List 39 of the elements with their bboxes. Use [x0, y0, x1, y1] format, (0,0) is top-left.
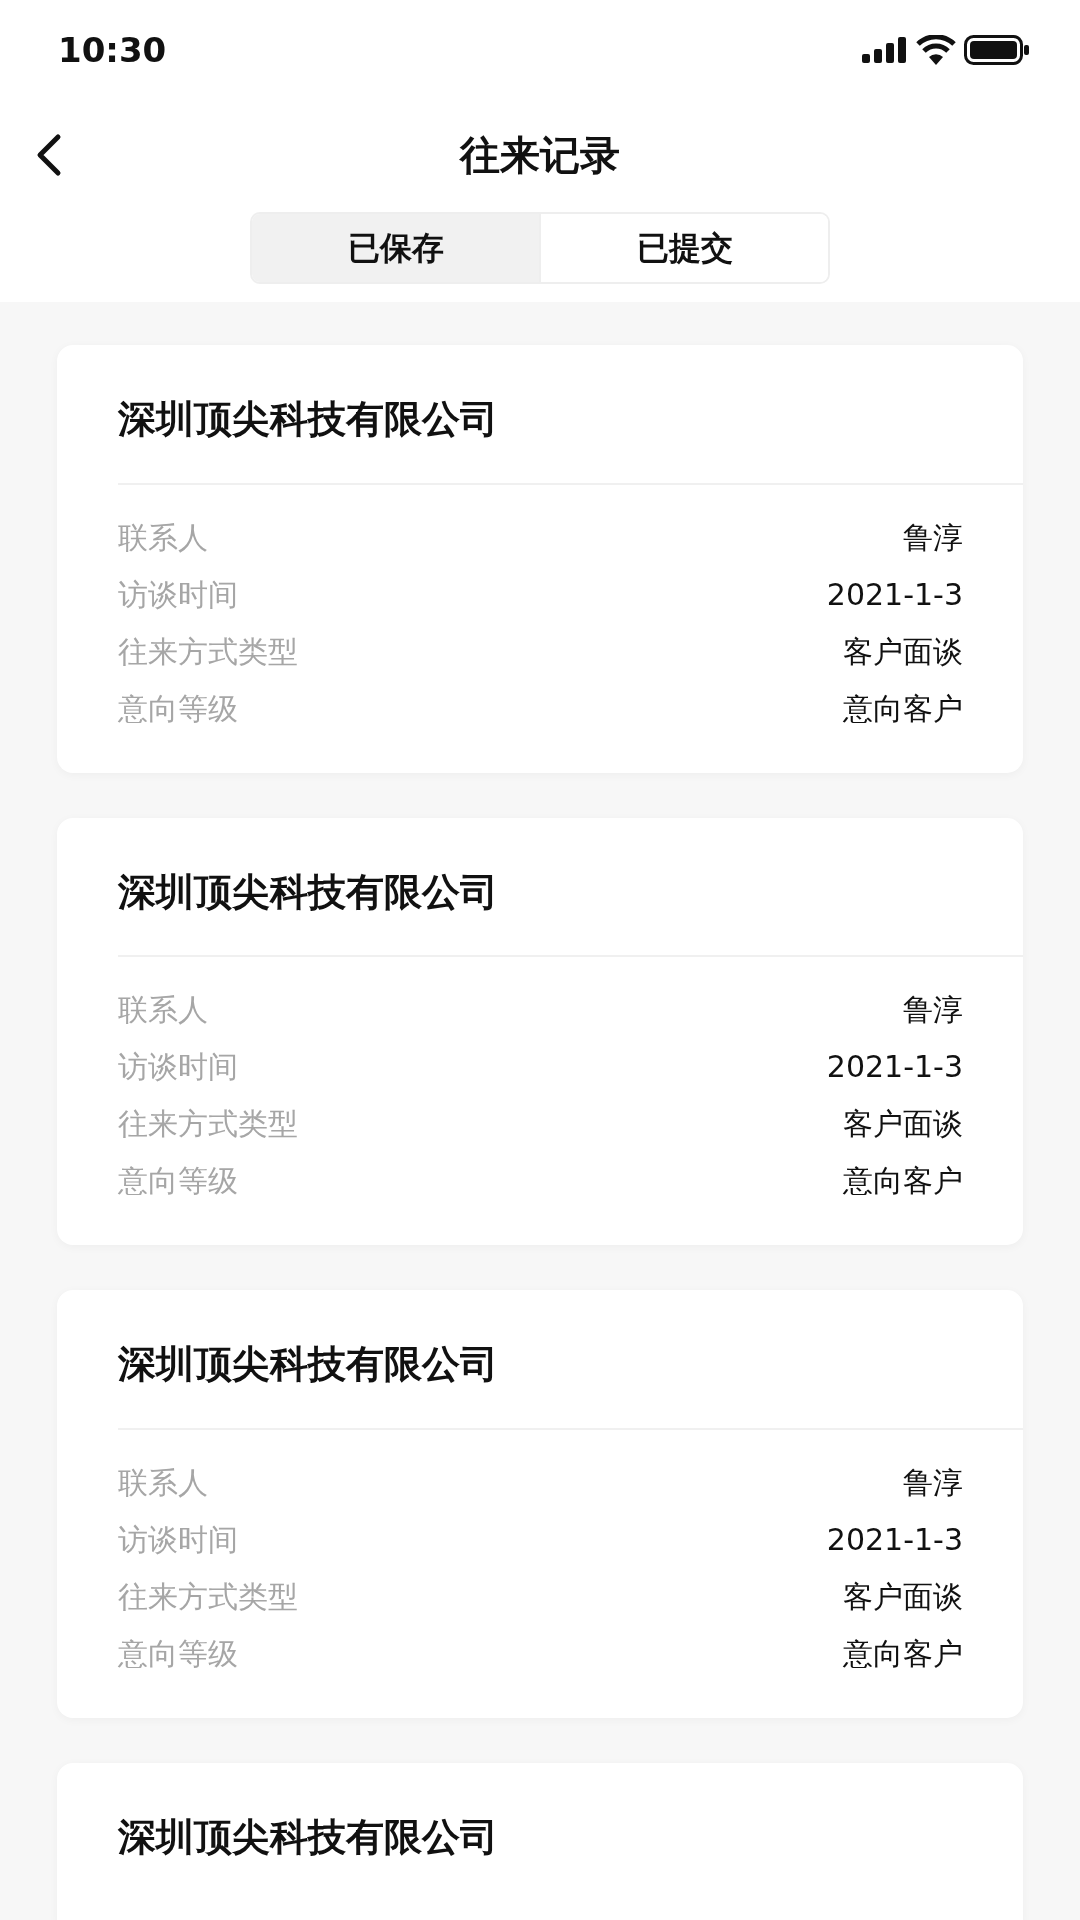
- field-label: 意向等级: [118, 1162, 238, 1201]
- company-name: 深圳顶尖科技有限公司: [117, 396, 499, 443]
- field-value: 意向客户: [843, 689, 963, 728]
- field-label: 往来方式类型: [118, 1577, 298, 1616]
- status-time: 10:30: [58, 28, 167, 72]
- field-value: 鲁淳: [903, 991, 963, 1030]
- tab[interactable]: 已提交: [539, 214, 828, 282]
- field-label: 意向等级: [118, 689, 238, 728]
- field-label: 访谈时间: [118, 1048, 238, 1087]
- page-title: 往来记录: [460, 131, 620, 180]
- company-name: 深圳顶尖科技有限公司: [117, 868, 499, 916]
- field-value: 意向客户: [843, 1162, 963, 1201]
- field-label: 联系人: [118, 518, 208, 557]
- wifi-icon: [916, 35, 956, 65]
- field-label: 联系人: [118, 1463, 208, 1502]
- record-card[interactable]: 深圳顶尖科技有限公司 联系人 鲁淳 访谈时间 2021-1-3 往来方式类型 客户面谈 意向等级 意向客户: [57, 1290, 1023, 1718]
- field-label: 访谈时间: [118, 575, 238, 614]
- field-value: 2021-1-3: [826, 1520, 963, 1559]
- field-label: 往来方式类型: [118, 1105, 298, 1144]
- field-value: 客户面谈: [843, 632, 963, 671]
- field-value: 意向客户: [843, 1634, 963, 1673]
- company-name: 深圳顶尖科技有限公司: [117, 1813, 499, 1861]
- field-value: 鲁淳: [903, 1463, 963, 1502]
- record-card[interactable]: 深圳顶尖科技有限公司 联系人 鲁淳 访谈时间 2021-1-3 往来方式类型 客户面谈 意向等级 意向客户: [57, 817, 1023, 1246]
- field-value: 2021-1-3: [826, 575, 963, 614]
- field-label: 往来方式类型: [118, 632, 298, 671]
- signal-icon: [862, 37, 908, 63]
- company-name: 深圳顶尖科技有限公司: [117, 1341, 499, 1389]
- field-value: 客户面谈: [843, 1577, 963, 1616]
- field-value: 客户面谈: [843, 1105, 963, 1144]
- field-value: 2021-1-3: [826, 1048, 963, 1087]
- record-card[interactable]: 深圳顶尖科技有限公司: [57, 1762, 1023, 1920]
- tab[interactable]: 已保存: [252, 214, 539, 282]
- field-value: 鲁淳: [903, 518, 963, 557]
- battery-icon: [964, 35, 1030, 65]
- field-label: 意向等级: [118, 1634, 238, 1673]
- field-label: 访谈时间: [118, 1520, 238, 1559]
- record-card[interactable]: 深圳顶尖科技有限公司 联系人 鲁淳 访谈时间 2021-1-3 往来方式类型 客户面谈 意向等级 意向客户: [57, 345, 1023, 773]
- field-label: 联系人: [118, 991, 208, 1030]
